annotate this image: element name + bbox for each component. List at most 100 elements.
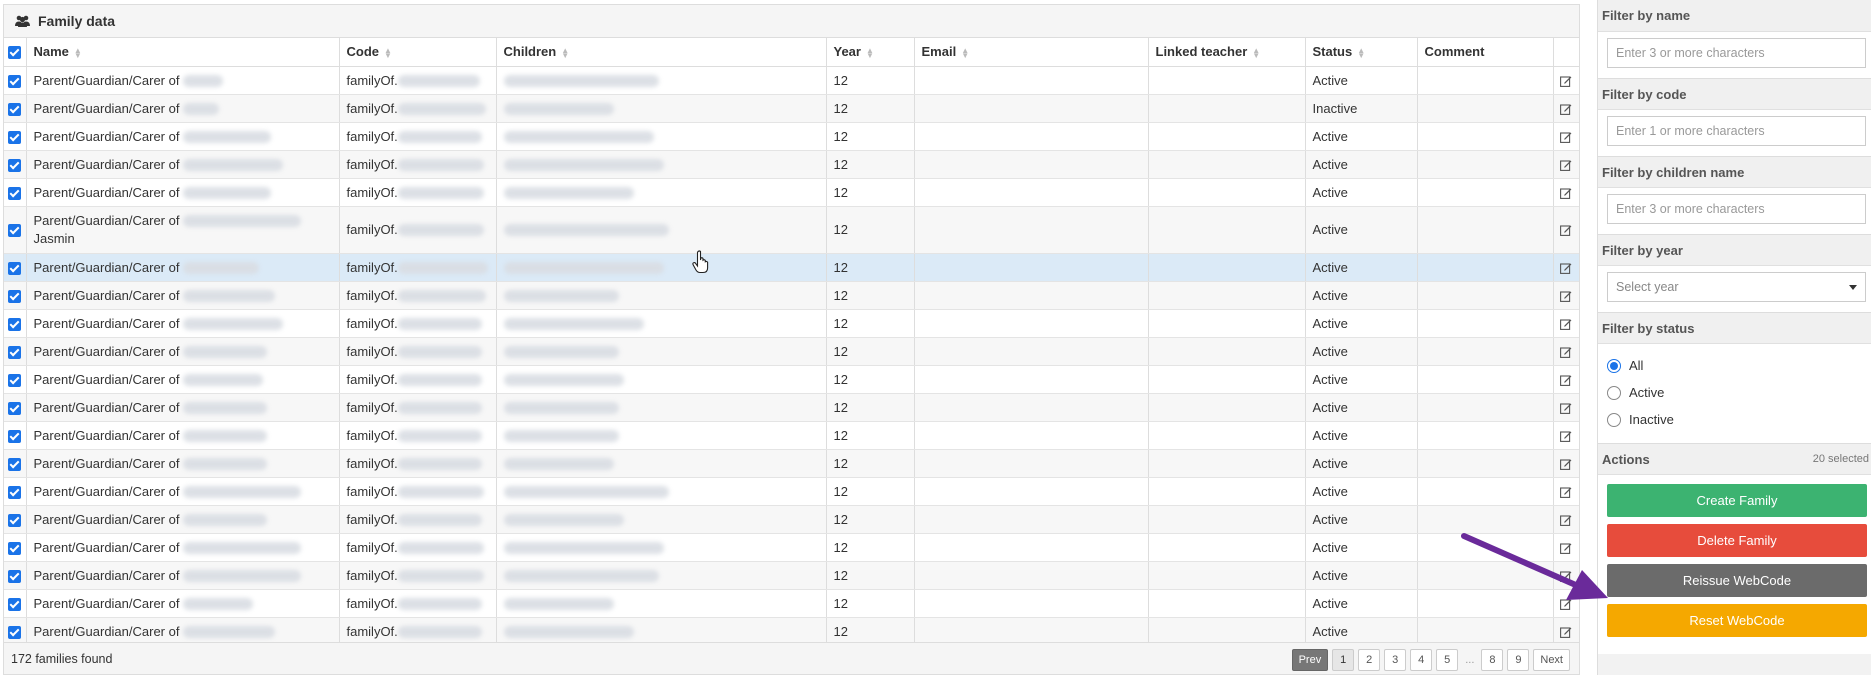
table-row[interactable]: Parent/Guardian/Carer of familyOf. 12 Acti…	[4, 505, 1579, 534]
edit-icon[interactable]	[1560, 159, 1572, 172]
create-family-button[interactable]: Create Family	[1607, 484, 1867, 517]
table-row[interactable]: Parent/Guardian/Carer of familyOf. 12 Acti…	[4, 337, 1579, 366]
edit-icon[interactable]	[1560, 131, 1572, 144]
table-row[interactable]: Parent/Guardian/Carer of familyOf. 12 Acti…	[4, 365, 1579, 394]
cell-status: Active	[1305, 309, 1418, 338]
edit-icon[interactable]	[1560, 458, 1572, 471]
column-header-year[interactable]: Year ▲ ▼	[826, 38, 915, 67]
filter-code-input[interactable]	[1607, 116, 1866, 146]
cell-comment	[1417, 337, 1554, 366]
edit-icon[interactable]	[1560, 224, 1572, 237]
row-checkbox[interactable]	[4, 94, 27, 123]
cell-edit	[1553, 617, 1579, 646]
page-button-5[interactable]: 5	[1436, 649, 1459, 671]
table-row[interactable]: Parent/Guardian/Carer of familyOf. 12 Acti…	[4, 150, 1579, 179]
row-checkbox[interactable]	[4, 122, 27, 151]
page-button-2[interactable]: 2	[1358, 649, 1381, 671]
table-row[interactable]: Parent/Guardian/Carer of Jasmin familyOf.…	[4, 206, 1579, 254]
table-footer: 172 families found Prev 1 2 3 4 5 ... 8 …	[4, 642, 1579, 674]
table-row[interactable]: Parent/Guardian/Carer of familyOf. 12 Acti…	[4, 561, 1579, 590]
cell-code: familyOf.	[339, 421, 497, 450]
table-row[interactable]: Parent/Guardian/Carer of familyOf. 12 Inac…	[4, 94, 1579, 123]
edit-icon[interactable]	[1560, 290, 1572, 303]
column-header-code[interactable]: Code ▲ ▼	[339, 38, 497, 67]
row-checkbox[interactable]	[4, 505, 27, 534]
edit-icon[interactable]	[1560, 318, 1572, 331]
table-row[interactable]: Parent/Guardian/Carer of familyOf. 12 Acti…	[4, 589, 1579, 618]
cell-edit	[1553, 150, 1579, 179]
row-checkbox[interactable]	[4, 281, 27, 310]
edit-icon[interactable]	[1560, 514, 1572, 527]
row-checkbox[interactable]	[4, 66, 27, 95]
table-row[interactable]: Parent/Guardian/Carer of familyOf. 12 Acti…	[4, 178, 1579, 207]
cell-year: 12	[826, 533, 915, 562]
redacted-text	[183, 290, 276, 303]
cell-edit	[1553, 178, 1579, 207]
cell-children	[496, 533, 827, 562]
edit-icon[interactable]	[1560, 374, 1572, 387]
page-button-3[interactable]: 3	[1384, 649, 1407, 671]
column-header-children[interactable]: Children ▲ ▼	[496, 38, 827, 67]
edit-icon[interactable]	[1560, 103, 1572, 116]
filter-name-input[interactable]	[1607, 38, 1866, 68]
cell-code: familyOf.	[339, 449, 497, 478]
edit-icon[interactable]	[1560, 262, 1572, 275]
table-row[interactable]: Parent/Guardian/Carer of familyOf. 12 Acti…	[4, 533, 1579, 562]
table-row[interactable]: Parent/Guardian/Carer of familyOf. 12 Acti…	[4, 393, 1579, 422]
row-checkbox[interactable]	[4, 561, 27, 590]
table-row[interactable]: Parent/Guardian/Carer of familyOf. 12 Acti…	[4, 449, 1579, 478]
filter-children-input[interactable]	[1607, 194, 1866, 224]
row-checkbox[interactable]	[4, 206, 27, 254]
row-checkbox[interactable]	[4, 477, 27, 506]
column-header-name[interactable]: Name ▲ ▼	[26, 38, 340, 67]
table-row[interactable]: Parent/Guardian/Carer of familyOf. 12 Acti…	[4, 477, 1579, 506]
column-header-linked-teacher[interactable]: Linked teacher ▲ ▼	[1148, 38, 1306, 67]
page-button-1[interactable]: 1	[1332, 649, 1355, 671]
prev-page-button[interactable]: Prev	[1291, 649, 1329, 671]
page-button-9[interactable]: 9	[1507, 649, 1530, 671]
table-row[interactable]: Parent/Guardian/Carer of familyOf. 12 Acti…	[4, 253, 1579, 282]
filter-year-select[interactable]: Select year	[1607, 272, 1866, 302]
edit-icon[interactable]	[1560, 346, 1572, 359]
row-checkbox[interactable]	[4, 617, 27, 646]
row-checkbox[interactable]	[4, 178, 27, 207]
table-row[interactable]: Parent/Guardian/Carer of familyOf. 12 Acti…	[4, 281, 1579, 310]
reset-webcode-button[interactable]: Reset WebCode	[1607, 604, 1867, 637]
next-page-button[interactable]: Next	[1533, 649, 1570, 671]
table-row[interactable]: Parent/Guardian/Carer of familyOf. 12 Acti…	[4, 309, 1579, 338]
table-row[interactable]: Parent/Guardian/Carer of familyOf. 12 Acti…	[4, 617, 1579, 646]
row-checkbox[interactable]	[4, 533, 27, 562]
edit-icon[interactable]	[1560, 626, 1572, 639]
edit-icon[interactable]	[1560, 187, 1572, 200]
row-checkbox[interactable]	[4, 337, 27, 366]
delete-family-button[interactable]: Delete Family	[1607, 524, 1867, 557]
row-checkbox[interactable]	[4, 150, 27, 179]
table-row[interactable]: Parent/Guardian/Carer of familyOf. 12 Acti…	[4, 122, 1579, 151]
reissue-webcode-button[interactable]: Reissue WebCode	[1607, 564, 1867, 597]
row-checkbox[interactable]	[4, 393, 27, 422]
edit-icon[interactable]	[1560, 402, 1572, 415]
row-checkbox[interactable]	[4, 365, 27, 394]
status-radio-all[interactable]: All	[1607, 352, 1866, 379]
redacted-text	[397, 75, 480, 88]
cell-comment	[1417, 281, 1554, 310]
page-button-4[interactable]: 4	[1410, 649, 1433, 671]
select-all-checkbox[interactable]	[4, 38, 27, 67]
table-row[interactable]: Parent/Guardian/Carer of familyOf. 12 Acti…	[4, 66, 1579, 95]
edit-icon[interactable]	[1560, 486, 1572, 499]
column-header-status[interactable]: Status ▲ ▼	[1305, 38, 1418, 67]
status-radio-inactive[interactable]: Inactive	[1607, 406, 1866, 433]
edit-icon[interactable]	[1560, 430, 1572, 443]
row-checkbox[interactable]	[4, 449, 27, 478]
column-header-email[interactable]: Email ▲ ▼	[914, 38, 1149, 67]
status-radio-active[interactable]: Active	[1607, 379, 1866, 406]
edit-icon[interactable]	[1560, 75, 1572, 88]
row-checkbox[interactable]	[4, 421, 27, 450]
cell-year: 12	[826, 617, 915, 646]
cell-email	[914, 309, 1149, 338]
page-button-8[interactable]: 8	[1481, 649, 1504, 671]
row-checkbox[interactable]	[4, 589, 27, 618]
row-checkbox[interactable]	[4, 253, 27, 282]
table-row[interactable]: Parent/Guardian/Carer of familyOf. 12 Acti…	[4, 421, 1579, 450]
row-checkbox[interactable]	[4, 309, 27, 338]
